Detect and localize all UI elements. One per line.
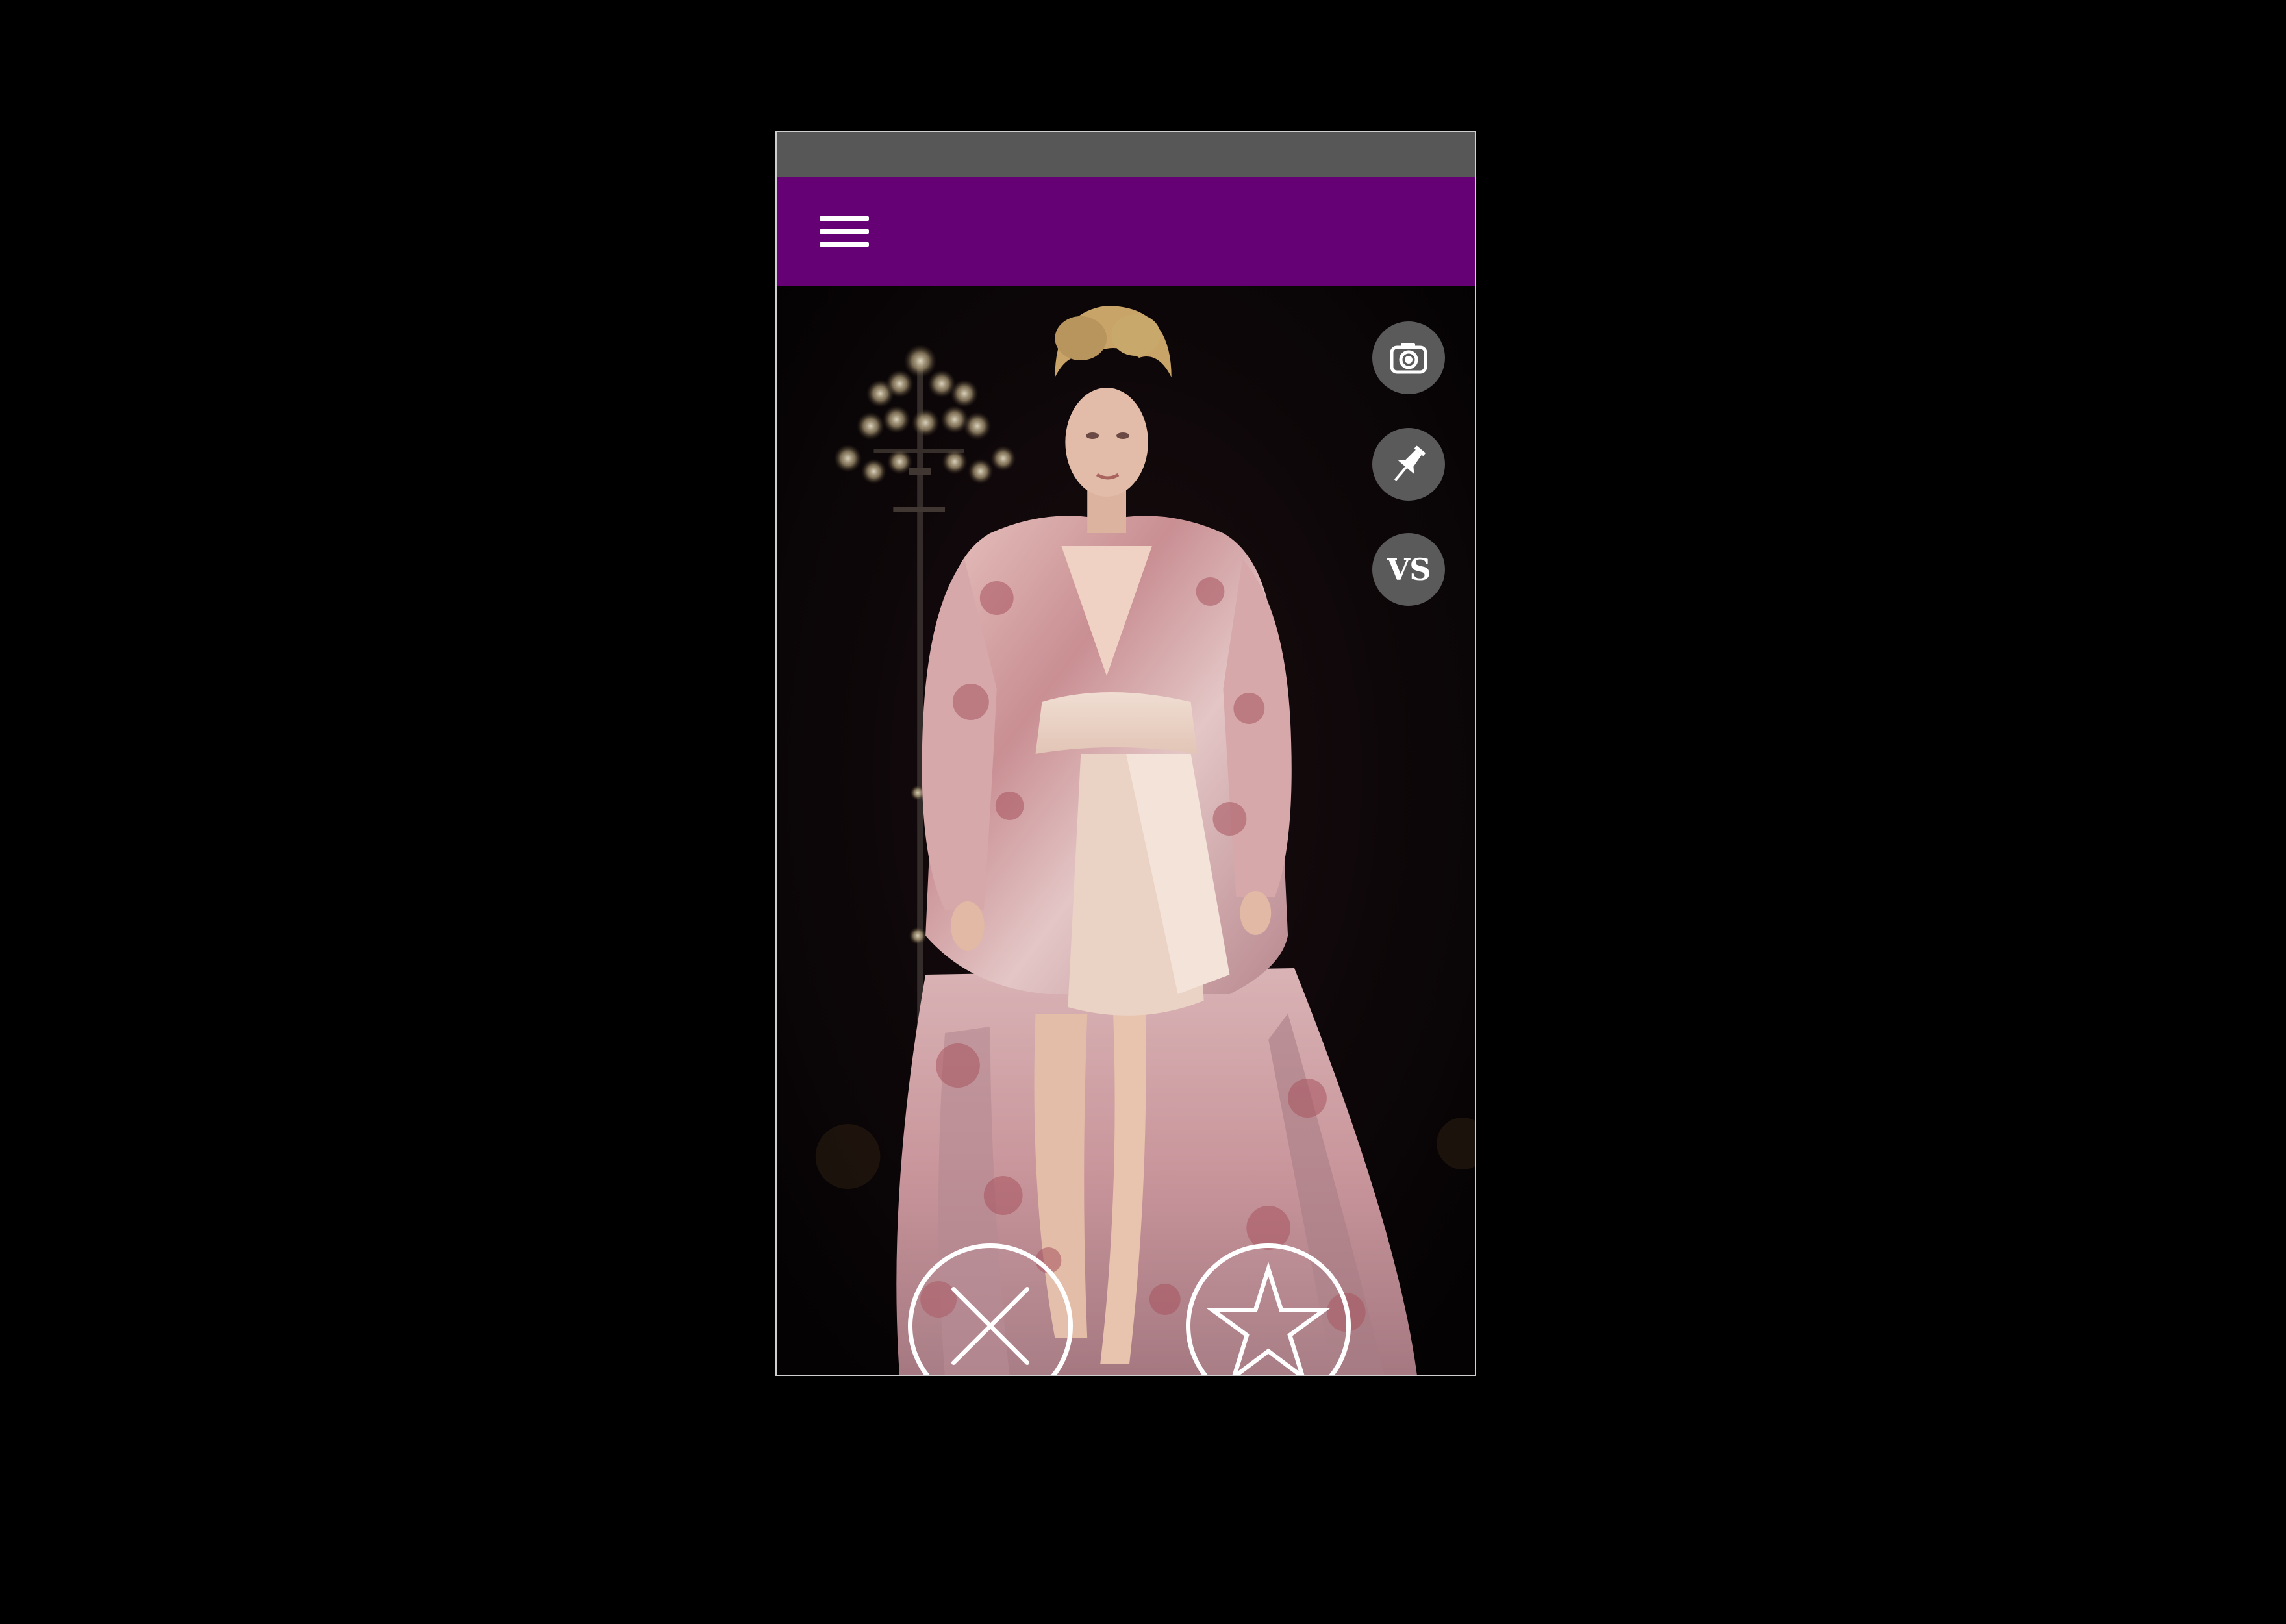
versus-icon: VS (1387, 552, 1431, 587)
camera-icon (1390, 343, 1427, 374)
app-bar (777, 177, 1475, 286)
versus-button[interactable]: VS (1372, 533, 1445, 606)
favorite-button[interactable] (1186, 1243, 1351, 1375)
phone-screen: VS (775, 131, 1476, 1376)
screen-background: VS (0, 0, 2286, 1624)
star-icon (1205, 1262, 1331, 1375)
reject-button[interactable] (908, 1243, 1073, 1375)
hamburger-menu-icon[interactable] (817, 208, 872, 255)
close-x-icon (951, 1287, 1029, 1365)
pushpin-icon (1394, 445, 1426, 481)
fashion-photo: VS (777, 286, 1475, 1375)
camera-button[interactable] (1372, 321, 1445, 394)
status-bar (777, 132, 1475, 177)
pin-button[interactable] (1372, 428, 1445, 501)
runway-model-image (777, 286, 1475, 1375)
